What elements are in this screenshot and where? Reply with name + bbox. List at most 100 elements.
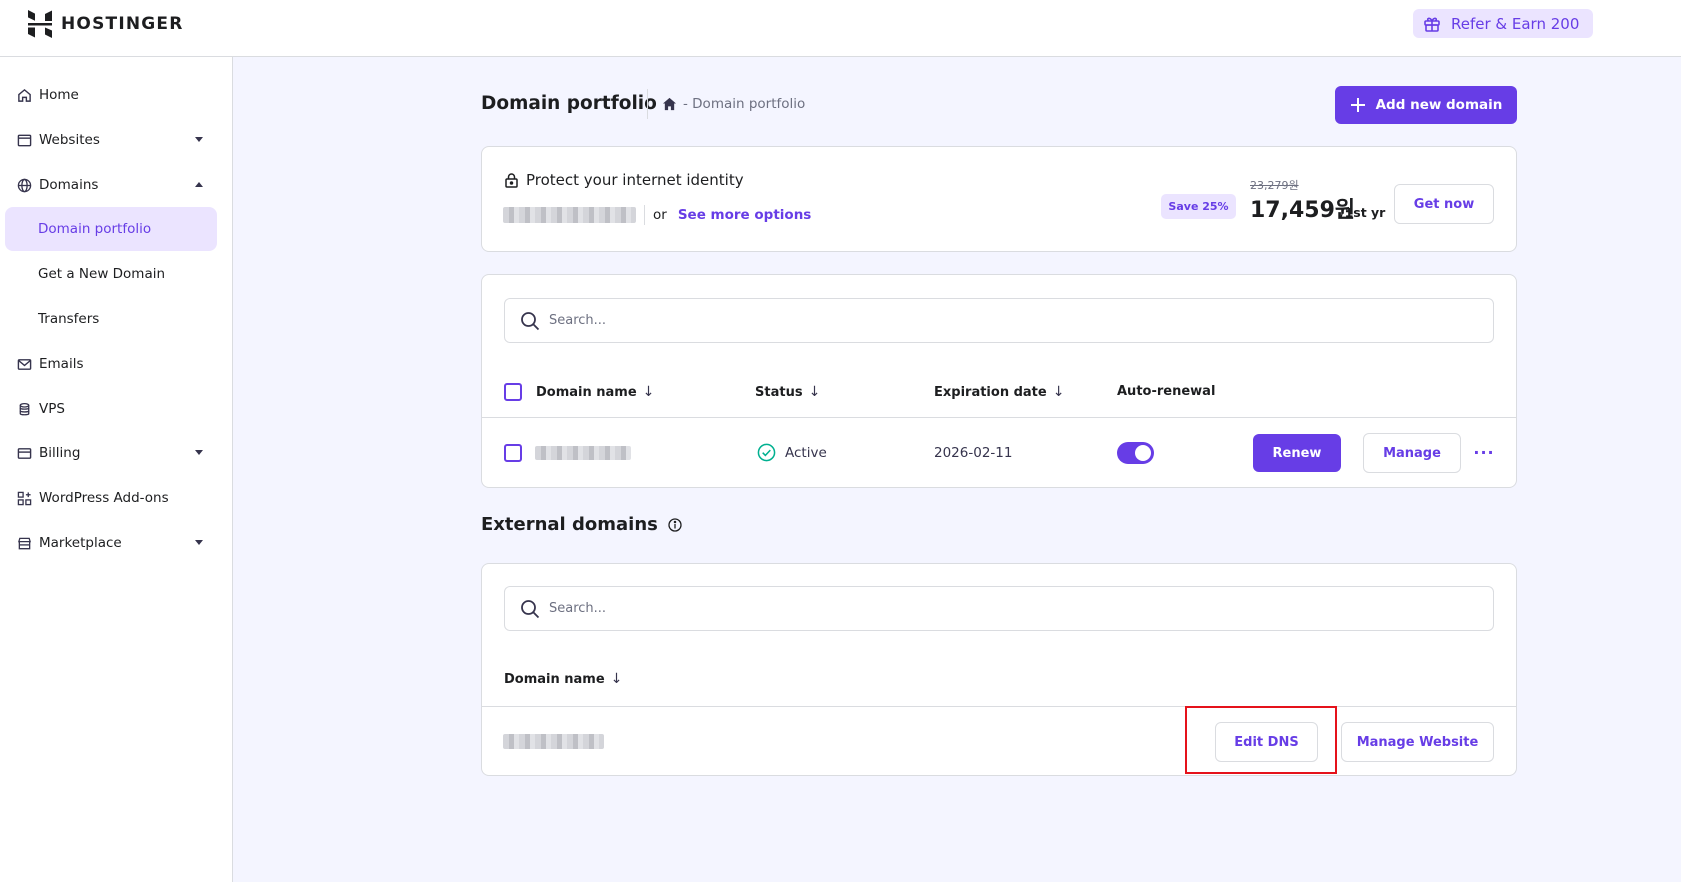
refer-earn-label: Refer & Earn 200 xyxy=(1451,14,1580,33)
info-icon[interactable] xyxy=(668,517,682,532)
sidebar-item-label: WordPress Add-ons xyxy=(39,490,169,506)
column-label: Expiration date xyxy=(934,384,1047,400)
expiration-date: 2026-02-11 xyxy=(934,445,1013,461)
plus-icon xyxy=(1350,98,1365,112)
home-icon xyxy=(16,87,32,103)
page-title: Domain portfolio xyxy=(481,93,657,114)
home-icon[interactable] xyxy=(662,97,677,111)
add-new-domain-label: Add new domain xyxy=(1375,97,1503,113)
hostinger-logo[interactable]: HOSTINGER xyxy=(28,10,184,38)
brand-name: HOSTINGER xyxy=(61,14,184,34)
sidebar-item-home[interactable]: Home xyxy=(5,73,217,117)
manage-website-button[interactable]: Manage Website xyxy=(1341,722,1494,762)
sidebar-item-vps[interactable]: VPS xyxy=(5,387,217,431)
column-status[interactable]: Status ↓ xyxy=(755,384,820,400)
renew-button[interactable]: Renew xyxy=(1253,434,1341,472)
row-divider xyxy=(482,706,1516,707)
auto-renewal-toggle[interactable] xyxy=(1117,442,1154,464)
sidebar-item-label: Websites xyxy=(39,132,100,148)
sort-arrow-icon: ↓ xyxy=(610,671,623,687)
sidebar-item-label: Home xyxy=(39,87,79,103)
status-badge: Active xyxy=(757,443,827,462)
domains-table-card: Domain name ↓ Status ↓ Expiration date ↓… xyxy=(481,274,1517,488)
column-label: Domain name xyxy=(504,671,605,687)
domain-search-field[interactable] xyxy=(504,298,1494,343)
sidebar-item-marketplace[interactable]: Marketplace xyxy=(5,521,217,565)
external-domains-card: Domain name ↓ Edit DNS Manage Website xyxy=(481,563,1517,776)
sidebar-item-label: Emails xyxy=(39,356,84,372)
title-divider xyxy=(647,89,648,119)
sort-arrow-icon: ↓ xyxy=(808,384,821,400)
grid-plus-icon xyxy=(16,490,32,506)
chevron-down-icon xyxy=(195,540,203,545)
external-domains-title: External domains xyxy=(481,514,658,535)
sidebar-item-transfers[interactable]: Transfers xyxy=(5,297,217,341)
add-new-domain-button[interactable]: Add new domain xyxy=(1335,86,1517,124)
promo-heading: Protect your internet identity xyxy=(505,171,744,189)
column-auto-renewal: Auto-renewal xyxy=(1117,384,1215,399)
mail-icon xyxy=(16,356,32,372)
sidebar-item-label: Billing xyxy=(39,445,81,461)
sidebar-item-websites[interactable]: Websites xyxy=(5,118,217,162)
gift-icon xyxy=(1424,17,1440,32)
sidebar-item-label: Domains xyxy=(39,177,99,193)
sidebar-item-billing[interactable]: Billing xyxy=(5,431,217,475)
chevron-up-icon xyxy=(195,182,203,187)
suggested-domain-blurred xyxy=(503,207,636,223)
sidebar-item-label: Domain portfolio xyxy=(38,221,152,237)
search-icon xyxy=(521,599,540,618)
save-badge: Save 25% xyxy=(1161,194,1236,219)
status-text: Active xyxy=(785,444,827,461)
chevron-down-icon xyxy=(195,137,203,142)
see-more-options-link[interactable]: See more options xyxy=(678,207,812,223)
sidebar-item-wordpress-addons[interactable]: WordPress Add-ons xyxy=(5,476,217,520)
toggle-knob xyxy=(1135,445,1151,461)
sidebar-item-domains[interactable]: Domains xyxy=(5,163,217,207)
sidebar-item-label: Get a New Domain xyxy=(38,266,166,282)
column-domain-name[interactable]: Domain name ↓ xyxy=(504,671,622,687)
column-label: Status xyxy=(755,384,803,400)
row-checkbox[interactable] xyxy=(504,444,522,462)
external-domains-heading: External domains xyxy=(481,514,682,535)
hostinger-logo-icon xyxy=(28,10,52,38)
browser-window-icon xyxy=(16,132,32,148)
sidebar-item-emails[interactable]: Emails xyxy=(5,342,217,386)
row-divider xyxy=(482,417,1516,418)
sidebar-item-label: Transfers xyxy=(38,311,100,327)
breadcrumb-current: - Domain portfolio xyxy=(683,96,806,112)
or-text: or xyxy=(653,207,667,223)
sort-arrow-icon: ↓ xyxy=(642,384,655,400)
column-label: Auto-renewal xyxy=(1117,384,1216,399)
select-all-checkbox[interactable] xyxy=(504,383,522,401)
external-search-input[interactable] xyxy=(549,601,1449,616)
sidebar-item-domain-portfolio[interactable]: Domain portfolio xyxy=(5,207,217,251)
lock-icon xyxy=(505,172,518,188)
check-circle-icon xyxy=(757,443,776,462)
column-label: Domain name xyxy=(536,384,637,400)
more-options-icon[interactable]: ··· xyxy=(1473,440,1493,464)
sidebar-item-get-new-domain[interactable]: Get a New Domain xyxy=(5,252,217,296)
domain-name-blurred[interactable] xyxy=(535,446,631,460)
top-bar: HOSTINGER Refer & Earn 200 xyxy=(0,0,1681,57)
server-icon xyxy=(16,401,32,417)
domain-promo-card: Protect your internet identity or See mo… xyxy=(481,146,1517,252)
column-domain-name[interactable]: Domain name ↓ xyxy=(536,384,654,400)
divider xyxy=(644,205,645,225)
sidebar: Home Websites Domains Domain portfolio G… xyxy=(0,57,233,882)
search-icon xyxy=(521,311,540,330)
promo-suggestion-row: or See more options xyxy=(503,205,811,225)
manage-button[interactable]: Manage xyxy=(1363,433,1461,473)
old-price: 23,279원 xyxy=(1250,179,1299,192)
sort-arrow-icon: ↓ xyxy=(1052,384,1065,400)
refer-earn-button[interactable]: Refer & Earn 200 xyxy=(1413,9,1594,38)
sidebar-item-label: Marketplace xyxy=(39,535,122,551)
external-search-field[interactable] xyxy=(504,586,1494,631)
get-now-button[interactable]: Get now xyxy=(1394,184,1494,224)
card-icon xyxy=(16,445,32,461)
domain-search-input[interactable] xyxy=(549,313,1449,328)
globe-icon xyxy=(16,177,32,193)
chevron-down-icon xyxy=(195,450,203,455)
edit-dns-button[interactable]: Edit DNS xyxy=(1215,722,1318,762)
external-domain-name-blurred[interactable] xyxy=(503,734,604,749)
column-expiration-date[interactable]: Expiration date ↓ xyxy=(934,384,1064,400)
